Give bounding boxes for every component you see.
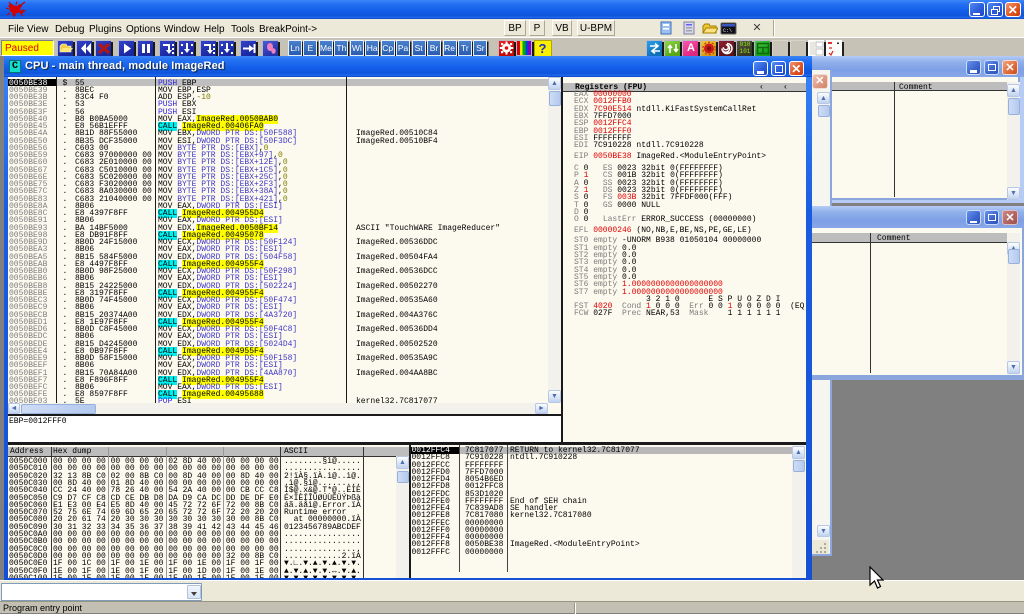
svg-text:C:\: C:\	[723, 28, 732, 34]
